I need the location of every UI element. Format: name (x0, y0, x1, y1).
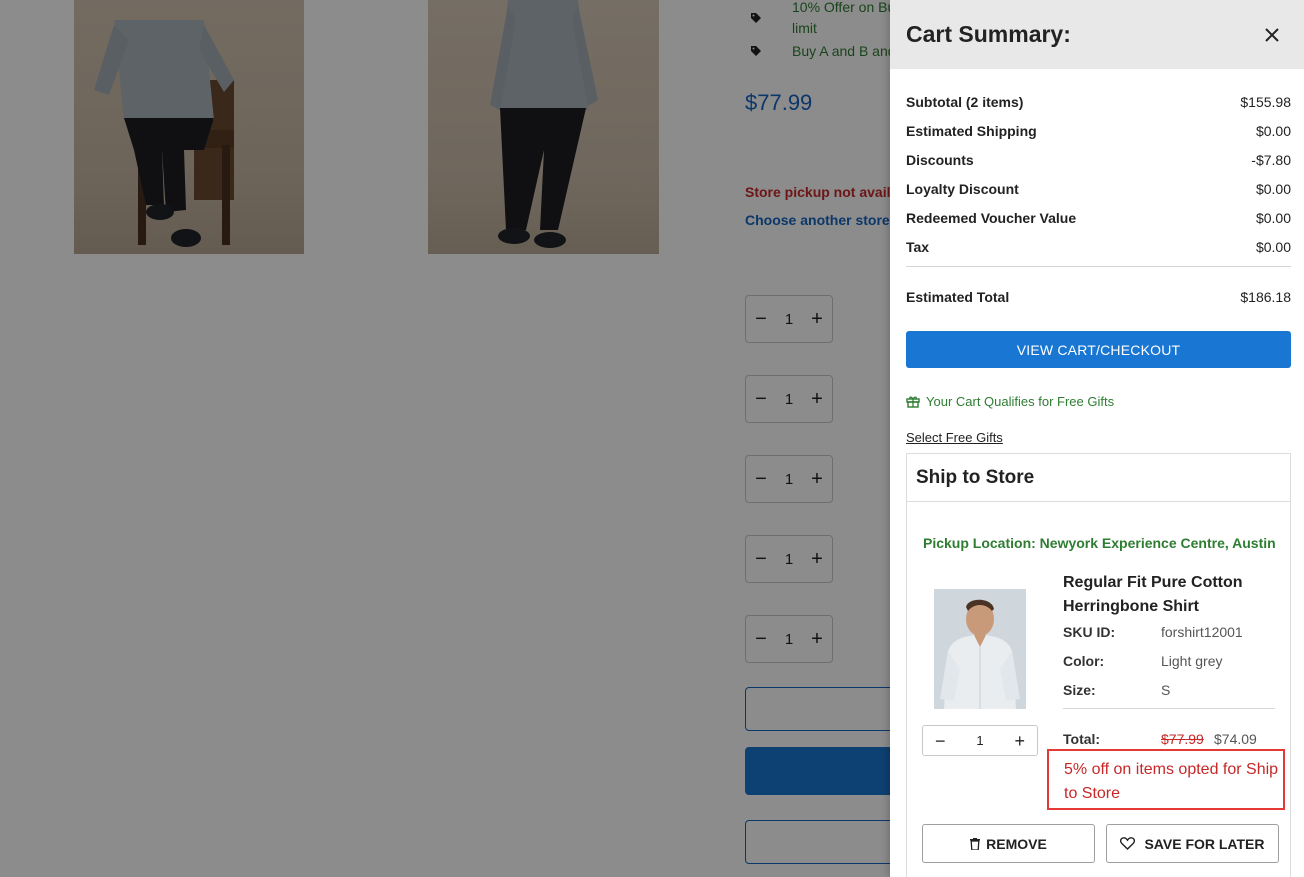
divider (1063, 708, 1275, 709)
summary-label: Subtotal (2 items) (906, 93, 1024, 110)
gift-icon (906, 396, 920, 408)
discounted-price: $74.09 (1214, 731, 1257, 747)
remove-label: REMOVE (986, 835, 1047, 852)
sku-value: forshirt12001 (1161, 624, 1243, 640)
save-for-later-button[interactable]: SAVE FOR LATER (1106, 824, 1279, 863)
divider (906, 266, 1291, 267)
item-quantity-value: 1 (976, 733, 984, 748)
color-value: Light grey (1161, 653, 1223, 669)
summary-row-loyalty: Loyalty Discount $0.00 (906, 174, 1291, 203)
pickup-location: Pickup Location: Newyork Experience Cent… (923, 535, 1276, 551)
summary-row-tax: Tax $0.00 (906, 232, 1291, 261)
select-free-gifts-link[interactable]: Select Free Gifts (906, 430, 1003, 445)
ship-to-store-card: Ship to Store Pickup Location: Newyork E… (906, 453, 1291, 877)
item-size: Size: S (1063, 682, 1170, 698)
item-quantity-stepper[interactable]: − 1 + (922, 725, 1038, 756)
item-thumbnail[interactable] (934, 589, 1026, 709)
summary-row-discounts: Discounts -$7.80 (906, 145, 1291, 174)
item-name[interactable]: Regular Fit Pure Cotton Herringbone Shir… (1063, 571, 1273, 619)
summary-label: Discounts (906, 151, 974, 168)
cart-item: Regular Fit Pure Cotton Herringbone Shir… (907, 551, 1290, 863)
remove-button[interactable]: REMOVE (922, 824, 1095, 863)
cart-summary: Subtotal (2 items) $155.98 Estimated Shi… (890, 69, 1304, 447)
ship-to-store-offer-note: 5% off on items opted for Ship to Store (1047, 749, 1285, 810)
item-sku: SKU ID: forshirt12001 (1063, 624, 1243, 640)
minus-icon[interactable]: − (935, 732, 946, 750)
sku-label: SKU ID: (1063, 624, 1116, 640)
summary-value: -$7.80 (1251, 151, 1291, 168)
summary-row-subtotal: Subtotal (2 items) $155.98 (906, 87, 1291, 116)
size-label: Size: (1063, 682, 1096, 698)
summary-value: $0.00 (1255, 238, 1291, 255)
plus-icon[interactable]: + (1014, 732, 1025, 750)
trash-icon (970, 837, 981, 850)
drawer-header: Cart Summary: (890, 0, 1304, 69)
close-icon[interactable] (1265, 27, 1279, 42)
summary-value: $0.00 (1255, 122, 1291, 139)
summary-row-voucher: Redeemed Voucher Value $0.00 (906, 203, 1291, 232)
summary-value: $0.00 (1255, 209, 1291, 226)
ship-to-store-heading: Ship to Store (907, 454, 1290, 502)
summary-row-estimated-total: Estimated Total $186.18 (906, 279, 1291, 315)
summary-value: $155.98 (1240, 93, 1291, 110)
summary-label: Estimated Shipping (906, 122, 1037, 139)
summary-value: $0.00 (1255, 180, 1291, 197)
heart-icon (1120, 837, 1136, 850)
summary-label: Loyalty Discount (906, 180, 1019, 197)
item-color: Color: Light grey (1063, 653, 1222, 669)
free-gift-text: Your Cart Qualifies for Free Gifts (926, 394, 1115, 409)
original-price: $77.99 (1161, 731, 1204, 747)
free-gift-message: Your Cart Qualifies for Free Gifts (906, 394, 1291, 409)
total-label: Estimated Total (906, 289, 1010, 305)
save-for-later-label: SAVE FOR LATER (1144, 835, 1265, 852)
close-button[interactable] (1260, 23, 1284, 47)
summary-row-shipping: Estimated Shipping $0.00 (906, 116, 1291, 145)
item-actions: REMOVE SAVE FOR LATER (922, 824, 1279, 863)
cart-summary-drawer: Cart Summary: Subtotal (2 items) $155.98… (890, 0, 1304, 877)
summary-label: Tax (906, 238, 930, 255)
size-value: S (1161, 682, 1171, 698)
total-value: $186.18 (1240, 289, 1291, 305)
color-label: Color: (1063, 653, 1105, 669)
view-cart-checkout-button[interactable]: VIEW CART/CHECKOUT (906, 331, 1291, 368)
drawer-title: Cart Summary: (906, 21, 1071, 47)
summary-label: Redeemed Voucher Value (906, 209, 1077, 226)
item-total-label: Total: (1063, 731, 1101, 747)
